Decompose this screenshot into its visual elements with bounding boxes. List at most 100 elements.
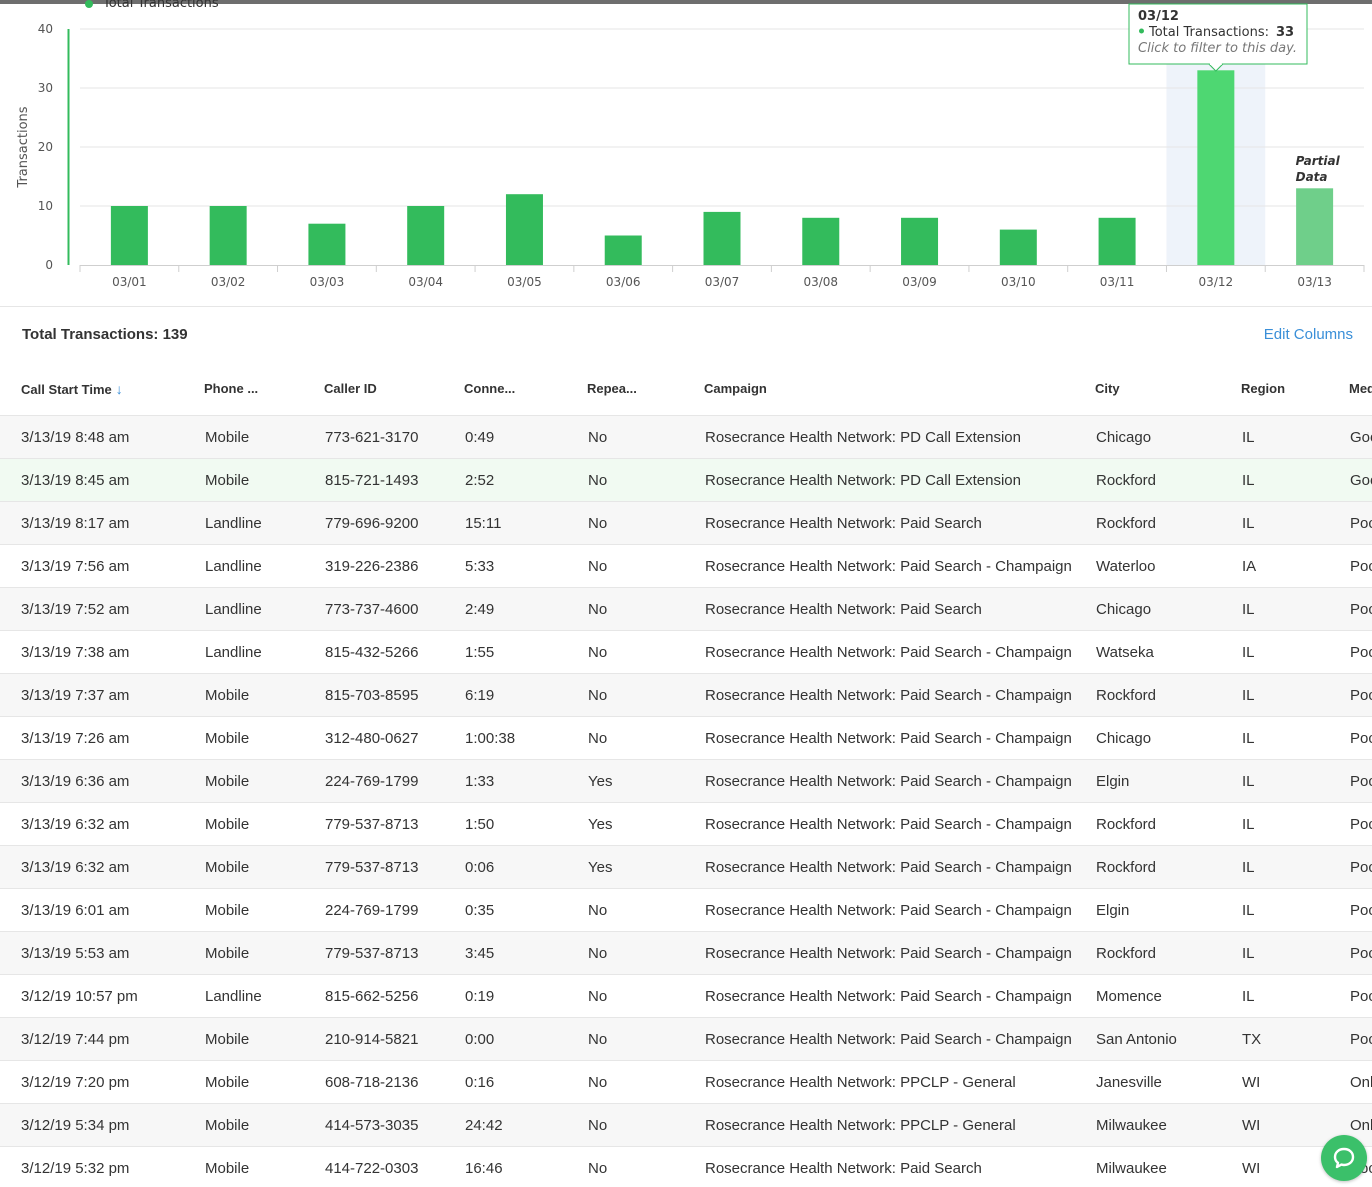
y-tick-label: 40 <box>38 22 53 36</box>
cell-caller-id: 414-722-0303 <box>324 1146 464 1187</box>
column-header-region[interactable]: Region <box>1241 362 1349 416</box>
y-tick-label: 30 <box>38 81 53 95</box>
cell-medium: Poc <box>1349 501 1372 545</box>
chat-button[interactable] <box>1321 1135 1367 1181</box>
cell-repeat-caller: No <box>587 716 704 760</box>
cell-connected-duration: 24:42 <box>464 1103 587 1147</box>
cell-call-start-time: 3/12/19 7:44 pm <box>0 1017 204 1061</box>
table-row[interactable]: 3/13/19 7:37 am Mobile 815-703-8595 6:19 No R… <box>0 673 1372 717</box>
cell-region: IL <box>1241 587 1349 631</box>
transactions-chart: 0 10 20 30 40 Total Transactions Transactions 0… <box>16 0 1365 289</box>
cell-call-start-time: 3/13/19 6:01 am <box>0 888 204 932</box>
column-header-city[interactable]: City <box>1095 362 1241 416</box>
table-row[interactable]: 3/13/19 8:45 am Mobile 815-721-1493 2:52 No R… <box>0 458 1372 502</box>
partial-data-label-line1: Partial <box>1296 154 1341 168</box>
cell-region: IL <box>1241 458 1349 502</box>
table-row[interactable]: 3/13/19 6:36 am Mobile 224-769-1799 1:33 Yes… <box>0 759 1372 803</box>
x-tick-label: 03/11 <box>1100 275 1135 289</box>
bar-03-05 <box>505 194 543 265</box>
cell-call-start-time: 3/13/19 7:26 am <box>0 716 204 760</box>
cell-city: Milwaukee <box>1095 1103 1241 1147</box>
table-row[interactable]: 3/12/19 10:57 pm Landline 815-662-5256 0:19… <box>0 974 1372 1018</box>
cell-repeat-caller: No <box>587 888 704 932</box>
cell-phone-type: Mobile <box>204 931 324 975</box>
table-row[interactable]: 3/13/19 6:32 am Mobile 779-537-8713 0:06 Yes… <box>0 845 1372 889</box>
cell-city: Rockford <box>1095 802 1241 846</box>
cell-caller-id: 608-718-2136 <box>324 1060 464 1104</box>
x-tick-label: 03/09 <box>902 275 937 289</box>
cell-region: IL <box>1241 716 1349 760</box>
cell-region: IL <box>1241 415 1349 459</box>
cell-connected-duration: 6:19 <box>464 673 587 717</box>
table-row[interactable]: 3/13/19 7:52 am Landline 773-737-4600 2:49 N… <box>0 587 1372 631</box>
table-row[interactable]: 3/13/19 7:26 am Mobile 312-480-0627 1:00:38… <box>0 716 1372 760</box>
cell-campaign: Rosecrance Health Network: Paid Search -… <box>704 544 1095 588</box>
cell-medium: Poc <box>1349 845 1372 889</box>
tooltip-series-dot <box>1139 28 1144 34</box>
table-row[interactable]: 3/13/19 6:32 am Mobile 779-537-8713 1:50 Yes… <box>0 802 1372 846</box>
cell-campaign: Rosecrance Health Network: Paid Search <box>704 501 1095 545</box>
table-row[interactable]: 3/12/19 5:34 pm Mobile 414-573-3035 24:42 No… <box>0 1103 1372 1147</box>
cell-region: IL <box>1241 630 1349 674</box>
cell-call-start-time: 3/13/19 8:17 am <box>0 501 204 545</box>
cell-connected-duration: 0:19 <box>464 974 587 1018</box>
cell-campaign: Rosecrance Health Network: Paid Search -… <box>704 845 1095 889</box>
tooltip-series-label: Total Transactions: <box>1148 25 1269 40</box>
cell-repeat-caller: No <box>587 1103 704 1147</box>
cell-medium: Poc <box>1349 802 1372 846</box>
table-row[interactable]: 3/13/19 5:53 am Mobile 779-537-8713 3:45 No R… <box>0 931 1372 975</box>
cell-caller-id: 779-537-8713 <box>324 845 464 889</box>
bar-03-11 <box>1098 217 1136 265</box>
table-row[interactable]: 3/12/19 7:20 pm Mobile 608-718-2136 0:16 No R… <box>0 1060 1372 1104</box>
total-transactions-label: Total Transactions: 139 <box>22 326 188 343</box>
column-header-repeat[interactable]: Repea... <box>587 362 704 416</box>
x-tick-label: 03/13 <box>1297 275 1332 289</box>
bar-03-13 <box>1296 188 1334 265</box>
column-header-caller-id[interactable]: Caller ID <box>324 362 464 416</box>
cell-phone-type: Mobile <box>204 458 324 502</box>
x-tick-label: 03/07 <box>705 275 740 289</box>
cell-repeat-caller: No <box>587 544 704 588</box>
x-tick-label: 03/12 <box>1199 275 1234 289</box>
summary-bar: Total Transactions: 139 Edit Columns <box>0 306 1372 363</box>
x-tick-label: 03/03 <box>310 275 345 289</box>
cell-phone-type: Landline <box>204 501 324 545</box>
cell-city: Rockford <box>1095 931 1241 975</box>
cell-region: TX <box>1241 1017 1349 1061</box>
column-header-call-start-time[interactable]: Call Start Time ↓ <box>0 362 204 416</box>
table-row[interactable]: 3/13/19 7:38 am Landline 815-432-5266 1:55 N… <box>0 630 1372 674</box>
table-row[interactable]: 3/13/19 8:48 am Mobile 773-621-3170 0:49 No R… <box>0 415 1372 459</box>
cell-connected-duration: 1:33 <box>464 759 587 803</box>
x-tick-label: 03/02 <box>211 275 246 289</box>
cell-call-start-time: 3/12/19 10:57 pm <box>0 974 204 1018</box>
x-tick-label: 03/06 <box>606 275 641 289</box>
cell-caller-id: 312-480-0627 <box>324 716 464 760</box>
column-header-connected[interactable]: Conne... <box>464 362 587 416</box>
cell-phone-type: Mobile <box>204 1060 324 1104</box>
edit-columns-link[interactable]: Edit Columns <box>1264 326 1353 343</box>
cell-call-start-time: 3/13/19 5:53 am <box>0 931 204 975</box>
cell-medium: Goo <box>1349 415 1372 459</box>
column-header-campaign[interactable]: Campaign <box>704 362 1095 416</box>
cell-medium: Onl <box>1349 1060 1372 1104</box>
table-row[interactable]: 3/13/19 7:56 am Landline 319-226-2386 5:33 N… <box>0 544 1372 588</box>
cell-phone-type: Mobile <box>204 888 324 932</box>
cell-phone-type: Mobile <box>204 845 324 889</box>
cell-city: Rockford <box>1095 501 1241 545</box>
cell-campaign: Rosecrance Health Network: Paid Search -… <box>704 759 1095 803</box>
table-row[interactable]: 3/13/19 8:17 am Landline 779-696-9200 15:11… <box>0 501 1372 545</box>
column-header-medium[interactable]: Med <box>1349 362 1372 416</box>
cell-call-start-time: 3/13/19 7:37 am <box>0 673 204 717</box>
column-header-phone[interactable]: Phone ... <box>204 362 324 416</box>
bar-03-04 <box>407 206 445 265</box>
cell-phone-type: Mobile <box>204 716 324 760</box>
arrow-down-icon[interactable]: ↓ <box>116 381 123 397</box>
table-row[interactable]: 3/12/19 7:44 pm Mobile 210-914-5821 0:00 No R… <box>0 1017 1372 1061</box>
cell-repeat-caller: No <box>587 587 704 631</box>
table-row[interactable]: 3/12/19 5:32 pm Mobile 414-722-0303 16:46 No… <box>0 1146 1372 1187</box>
cell-caller-id: 779-537-8713 <box>324 802 464 846</box>
cell-phone-type: Mobile <box>204 415 324 459</box>
cell-city: Chicago <box>1095 587 1241 631</box>
cell-region: IL <box>1241 673 1349 717</box>
table-row[interactable]: 3/13/19 6:01 am Mobile 224-769-1799 0:35 No R… <box>0 888 1372 932</box>
